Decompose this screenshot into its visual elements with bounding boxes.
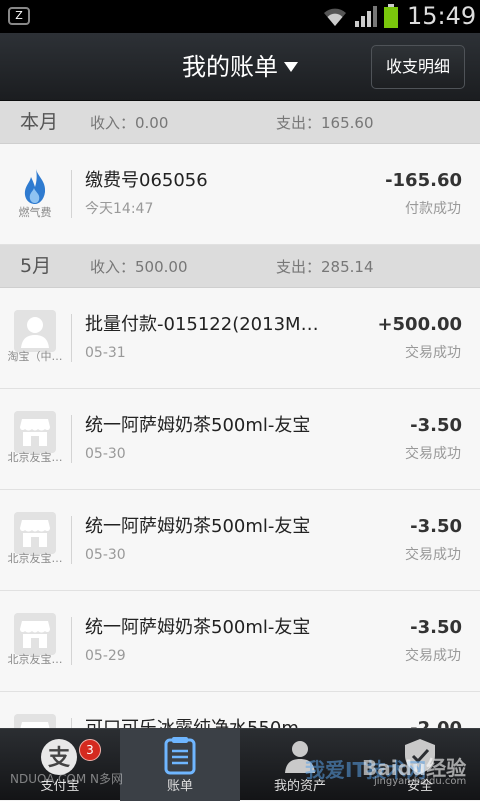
merchant-name: 北京友宝… xyxy=(7,451,63,464)
alipay-icon: 支 xyxy=(41,739,77,775)
bill-title: 缴费号065056 xyxy=(85,170,208,191)
bill-item[interactable]: 北京友宝… 统一阿萨姆奶茶500ml-友宝 05-30 -3.50 交易成功 xyxy=(0,389,480,490)
row-divider xyxy=(71,516,72,564)
store-icon xyxy=(14,714,56,728)
bill-date: 05-30 xyxy=(85,547,126,563)
bill-amount: -3.50 xyxy=(410,516,462,537)
store-icon xyxy=(14,613,56,655)
user-avatar-icon xyxy=(14,310,56,352)
bill-status: 交易成功 xyxy=(405,345,461,361)
bill-amount: -3.50 xyxy=(410,617,462,638)
signal-icon xyxy=(355,6,377,27)
bill-title: 批量付款-015122(2013M… xyxy=(85,314,319,335)
merchant-name: 燃气费 xyxy=(18,206,52,219)
security-icon xyxy=(405,739,435,774)
section-income: 收入：0.00 xyxy=(90,114,169,132)
bill-list[interactable]: 本月 收入：0.00 支出：165.60 燃气费 缴费号065056 今天14:… xyxy=(0,101,480,728)
section-month: 本月 xyxy=(20,111,59,133)
bill-date: 05-29 xyxy=(85,648,126,664)
bill-item[interactable]: 燃气费 缴费号065056 今天14:47 -165.60 付款成功 xyxy=(0,144,480,245)
bill-amount: -3.50 xyxy=(410,415,462,436)
bill-date: 今天14:47 xyxy=(85,201,154,217)
bill-status: 交易成功 xyxy=(405,446,461,462)
title-bar: 我的账单 收支明细 xyxy=(0,33,480,101)
bill-title: 统一阿萨姆奶茶500ml-友宝 xyxy=(85,516,311,537)
bill-item[interactable]: 北京友宝… 统一阿萨姆奶茶500ml-友宝 05-30 -3.50 交易成功 xyxy=(0,490,480,591)
bill-date: 05-31 xyxy=(85,345,126,361)
gas-flame-icon xyxy=(24,169,46,204)
bill-item[interactable]: 淘宝（中… 批量付款-015122(2013M… 05-31 +500.00 交… xyxy=(0,288,480,389)
section-income: 收入：500.00 xyxy=(90,258,188,276)
bill-item[interactable]: 北京友宝… 统一阿萨姆奶茶500ml-友宝 05-29 -3.50 交易成功 xyxy=(0,591,480,692)
bill-amount: -165.60 xyxy=(385,170,462,191)
bill-item[interactable]: 可口可乐冰露纯净水550m… -2.00 xyxy=(0,692,480,728)
tab-my-assets[interactable]: 我的资产 xyxy=(240,729,360,801)
app-notification-icon: Z xyxy=(8,7,30,25)
bill-title: 统一阿萨姆奶茶500ml-友宝 xyxy=(85,415,311,436)
tab-label: 安全 xyxy=(406,779,433,794)
section-month: 5月 xyxy=(20,255,52,277)
tab-label: 账单 xyxy=(166,779,193,794)
clock: 15:49 xyxy=(407,2,477,30)
bill-date: 05-30 xyxy=(85,446,126,462)
bill-icon xyxy=(164,737,196,775)
bottom-tab-bar: 支 3 支付宝 账单 我的资产 安全 xyxy=(0,728,480,801)
wifi-icon xyxy=(324,8,346,26)
income-expense-detail-button[interactable]: 收支明细 xyxy=(371,45,465,89)
status-bar: Z 15:49 xyxy=(0,0,480,33)
store-icon xyxy=(14,512,56,554)
tab-label: 我的资产 xyxy=(273,779,326,794)
tab-security[interactable]: 安全 xyxy=(360,729,480,801)
section-header-this-month: 本月 收入：0.00 支出：165.60 xyxy=(0,101,480,144)
merchant-name: 淘宝（中… xyxy=(7,350,63,363)
row-divider xyxy=(71,718,72,728)
bill-status: 交易成功 xyxy=(405,648,461,664)
section-header-may: 5月 收入：500.00 支出：285.14 xyxy=(0,245,480,288)
bill-amount: -2.00 xyxy=(410,716,462,728)
battery-icon xyxy=(384,4,398,28)
bill-title: 统一阿萨姆奶茶500ml-友宝 xyxy=(85,617,311,638)
tab-label: 支付宝 xyxy=(40,779,80,794)
page-title-text: 我的账单 xyxy=(182,53,278,81)
dropdown-caret-icon xyxy=(284,62,298,72)
row-divider xyxy=(71,170,72,218)
notification-badge: 3 xyxy=(79,739,101,761)
bill-amount: +500.00 xyxy=(377,314,462,335)
svg-text:支: 支 xyxy=(48,746,71,771)
tab-bill[interactable]: 账单 xyxy=(120,729,240,801)
store-icon xyxy=(14,411,56,453)
section-expense: 支出：285.14 xyxy=(276,258,374,276)
merchant-name: 北京友宝… xyxy=(7,552,63,565)
bill-status: 交易成功 xyxy=(405,547,461,563)
row-divider xyxy=(71,314,72,362)
section-expense: 支出：165.60 xyxy=(276,114,374,132)
bill-title: 可口可乐冰露纯净水550m… xyxy=(85,716,335,728)
tab-alipay[interactable]: 支 3 支付宝 xyxy=(0,729,120,801)
assets-icon xyxy=(285,741,315,773)
bill-status: 付款成功 xyxy=(405,201,461,217)
row-divider xyxy=(71,617,72,665)
row-divider xyxy=(71,415,72,463)
merchant-name: 北京友宝… xyxy=(7,653,63,666)
